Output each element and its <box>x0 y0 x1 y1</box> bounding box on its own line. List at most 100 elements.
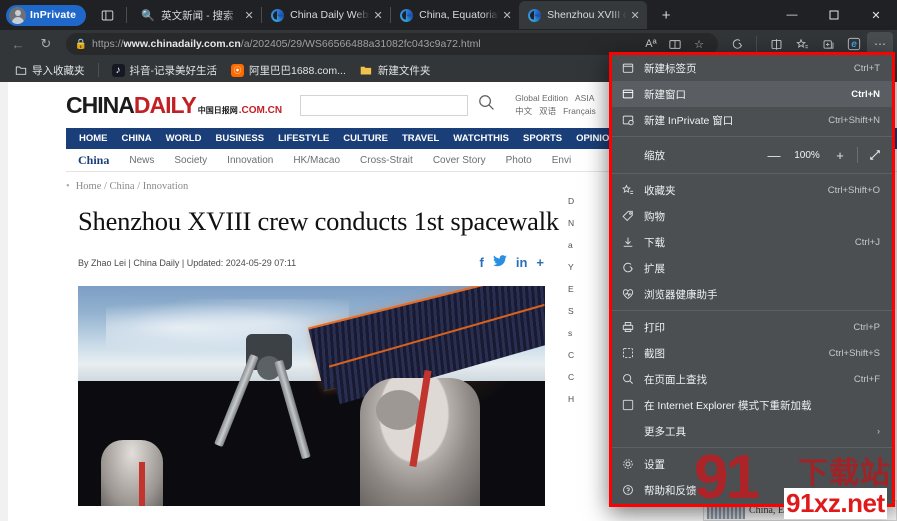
tab-actions-icon[interactable] <box>94 2 120 28</box>
read-aloud-icon[interactable]: Aª <box>640 34 662 54</box>
close-button[interactable]: ✕ <box>855 0 897 30</box>
nav-culture[interactable]: CULTURE <box>336 133 395 144</box>
download-icon <box>622 236 644 248</box>
tab-close-icon[interactable]: ✕ <box>370 7 386 23</box>
twitter-icon[interactable] <box>492 255 507 270</box>
new-tab-button[interactable]: + <box>653 2 679 28</box>
menu-item-web-capture[interactable]: 截图 Ctrl+Shift+S <box>612 340 892 366</box>
nav-world[interactable]: WORLD <box>159 133 209 144</box>
subnav-news[interactable]: News <box>119 155 164 166</box>
edition-bilingual[interactable]: 双语 <box>539 106 556 116</box>
zoom-in-button[interactable]: + <box>827 143 853 167</box>
tab-0[interactable]: 🔍 英文新闻 - 搜索 ✕ <box>133 1 261 29</box>
menu-separator <box>612 506 892 507</box>
edition-francais[interactable]: Français <box>563 106 596 116</box>
astronaut-secondary-stripe <box>138 462 145 506</box>
menu-item-shopping[interactable]: 购物 <box>612 203 892 229</box>
bookmark-label: 抖音-记录美好生活 <box>129 64 218 77</box>
subnav-innovation[interactable]: Innovation <box>217 155 283 166</box>
bookmark-label: 导入收藏夹 <box>32 64 85 77</box>
tab-close-icon[interactable]: ✕ <box>627 7 643 23</box>
menu-item-shortcut: Ctrl+Shift+O <box>827 184 880 196</box>
edition-zh[interactable]: 中文 <box>515 106 532 116</box>
settings-gear-icon <box>622 458 644 470</box>
menu-separator <box>612 310 892 311</box>
menu-item-help-and-feedback[interactable]: 帮助和反馈 › <box>612 477 892 503</box>
inprivate-badge[interactable]: InPrivate <box>6 4 87 26</box>
tab-close-icon[interactable]: ✕ <box>499 7 515 23</box>
tab-close-icon[interactable]: ✕ <box>241 7 257 23</box>
menu-item-label: 设置 <box>644 458 665 471</box>
minimize-button[interactable]: — <box>771 0 813 30</box>
tabstrip-divider <box>126 7 128 23</box>
tab-1[interactable]: China Daily Website - Conn ✕ <box>262 1 390 29</box>
bookmark-alibaba[interactable]: ⦿ 阿里巴巴1688.com... <box>225 60 352 80</box>
menu-item-favorites[interactable]: 收藏夹 Ctrl+Shift+O <box>612 177 892 203</box>
search-icon[interactable] <box>478 94 495 116</box>
menu-item-shortcut: Ctrl+J <box>854 236 880 248</box>
maximize-button[interactable] <box>813 0 855 30</box>
subnav-cover-story[interactable]: Cover Story <box>423 155 496 166</box>
submenu-chevron-icon: › <box>877 426 880 436</box>
nav-home[interactable]: HOME <box>72 133 115 144</box>
menu-item-new-tab[interactable]: 新建标签页 Ctrl+T <box>612 55 892 81</box>
profile-avatar-icon <box>9 6 26 24</box>
nav-watchthis[interactable]: WATCHTHIS <box>446 133 516 144</box>
more-share-icon[interactable]: + <box>536 255 544 270</box>
logo-daily: DAILY <box>133 91 197 118</box>
menu-item-ie-mode-reload[interactable]: 在 Internet Explorer 模式下重新加载 <box>612 392 892 418</box>
edition-asia[interactable]: ASIA <box>575 93 594 103</box>
subnav-hk-macao[interactable]: HK/Macao <box>283 155 350 166</box>
zoom-label: 缩放 <box>644 149 665 162</box>
site-search-group <box>300 94 495 116</box>
menu-item-browser-essentials[interactable]: 浏览器健康助手 <box>612 281 892 307</box>
tab-2[interactable]: China, Equatorial Guinea ele ✕ <box>391 1 519 29</box>
bookmark-new-folder[interactable]: 新建文件夹 <box>354 60 437 80</box>
nav-business[interactable]: BUSINESS <box>208 133 271 144</box>
site-editions: Global Edition ASIA 中文 双语 Français <box>515 92 603 118</box>
immersive-reader-icon[interactable] <box>664 34 686 54</box>
menu-item-new-window[interactable]: 新建窗口 Ctrl+N <box>612 81 892 107</box>
site-search-input[interactable] <box>300 94 469 116</box>
menu-item-find-on-page[interactable]: 在页面上查找 Ctrl+F <box>612 366 892 392</box>
linkedin-icon[interactable]: in <box>516 255 528 270</box>
menu-item-downloads[interactable]: 下载 Ctrl+J <box>612 229 892 255</box>
menu-item-label: 收藏夹 <box>644 184 676 197</box>
menu-item-new-inprivate-window[interactable]: 新建 InPrivate 窗口 Ctrl+Shift+N <box>612 107 892 133</box>
menu-item-print[interactable]: 打印 Ctrl+P <box>612 314 892 340</box>
menu-item-settings[interactable]: 设置 <box>612 451 892 477</box>
share-buttons: f in + <box>480 255 545 270</box>
subnav-environment[interactable]: Envi <box>542 155 581 166</box>
back-arrow-icon[interactable]: ← <box>4 32 32 56</box>
browser-window: InPrivate 🔍 英文新闻 - 搜索 ✕ China Daily Webs… <box>0 0 897 521</box>
article-image <box>78 286 545 506</box>
bookmark-douyin[interactable]: ♪ 抖音-记录美好生活 <box>106 60 224 80</box>
tab-title: China Daily Website - Conn <box>290 9 370 21</box>
nav-travel[interactable]: TRAVEL <box>395 133 446 144</box>
edge-favicon-icon <box>270 8 284 22</box>
edition-global[interactable]: Global Edition <box>515 93 568 103</box>
bookmark-import-favorites[interactable]: 导入收藏夹 <box>8 60 91 80</box>
refresh-icon[interactable]: ↻ <box>32 32 60 56</box>
facebook-icon[interactable]: f <box>480 255 484 270</box>
nav-lifestyle[interactable]: LIFESTYLE <box>271 133 336 144</box>
menu-item-label: 在 Internet Explorer 模式下重新加载 <box>644 399 812 412</box>
site-logo[interactable]: CHINA DAILY 中国日报网 .COM.CN <box>66 92 282 119</box>
menu-item-extensions[interactable]: 扩展 <box>612 255 892 281</box>
menu-item-shortcut: Ctrl+N <box>851 88 880 100</box>
menu-item-shortcut: Ctrl+T <box>853 62 880 74</box>
edge-favicon-icon <box>527 8 541 22</box>
menu-item-more-tools[interactable]: 更多工具 › <box>612 418 892 444</box>
star-icon[interactable]: ☆ <box>688 34 710 54</box>
edge-settings-menu: 新建标签页 Ctrl+T 新建窗口 Ctrl+N 新建 InPrivate 窗口… <box>609 52 895 507</box>
subnav-society[interactable]: Society <box>164 155 217 166</box>
subnav-china[interactable]: China <box>68 153 119 168</box>
tab-3[interactable]: Shenzhou XVIII crew conduc ✕ <box>519 1 648 29</box>
subnav-photo[interactable]: Photo <box>496 155 542 166</box>
logo-cn-mark: 中国日报网 <box>197 105 238 115</box>
zoom-out-button[interactable]: — <box>761 143 787 167</box>
nav-sports[interactable]: SPORTS <box>516 133 569 144</box>
fullscreen-icon[interactable] <box>862 143 888 167</box>
nav-china[interactable]: CHINA <box>115 133 159 144</box>
subnav-cross-strait[interactable]: Cross-Strait <box>350 155 423 166</box>
